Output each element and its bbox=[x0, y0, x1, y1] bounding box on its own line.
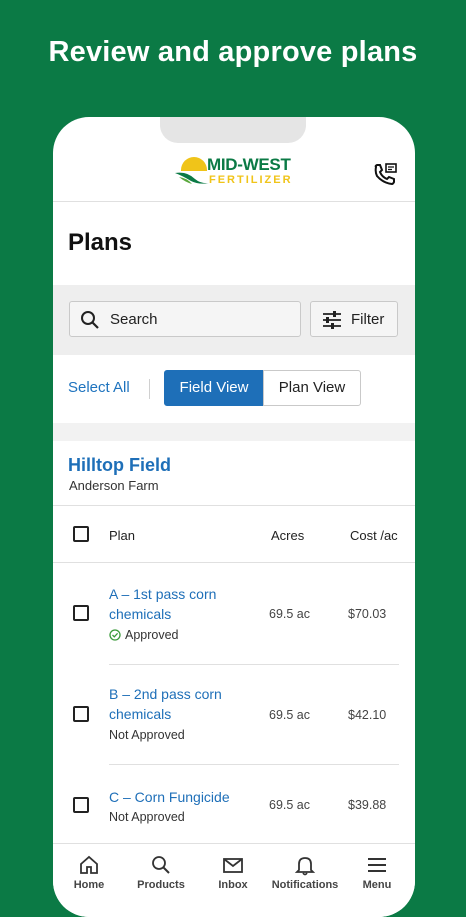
section-divider bbox=[53, 423, 415, 441]
nav-label: Notifications bbox=[271, 879, 339, 891]
bottom-navigation: Home Products Inbox Notifications Menu bbox=[53, 843, 415, 917]
approved-check-icon bbox=[109, 629, 121, 641]
plan-name-link[interactable]: C – Corn Fungicide bbox=[109, 787, 269, 807]
status-label: Not Approved bbox=[109, 810, 185, 824]
search-icon bbox=[152, 856, 170, 874]
nav-inbox[interactable]: Inbox bbox=[197, 854, 269, 891]
page-title: Plans bbox=[68, 229, 133, 256]
plan-name-link[interactable]: A – 1st pass corn chemicals bbox=[109, 584, 249, 624]
table-header: Plan Acres Cost /ac bbox=[53, 505, 415, 563]
plan-name-link[interactable]: B – 2nd pass corn chemicals bbox=[109, 684, 249, 724]
row-checkbox[interactable] bbox=[73, 605, 89, 621]
farm-name: Anderson Farm bbox=[69, 478, 159, 493]
hamburger-icon bbox=[368, 858, 386, 872]
status-label: Approved bbox=[125, 628, 179, 642]
table-row[interactable]: A – 1st pass corn chemicals Approved 69.… bbox=[53, 563, 415, 665]
row-checkbox[interactable] bbox=[73, 797, 89, 813]
bell-icon bbox=[294, 857, 316, 876]
filter-label: Filter bbox=[351, 311, 385, 328]
plan-view-tab[interactable]: Plan View bbox=[263, 370, 361, 406]
logo-leaf-icon bbox=[175, 172, 209, 184]
sliders-icon bbox=[323, 311, 341, 329]
app-header: MID-WEST FERTILIZER bbox=[53, 117, 415, 202]
acres-value: 69.5 ac bbox=[269, 798, 311, 812]
field-name-link[interactable]: Hilltop Field bbox=[68, 455, 171, 476]
contact-phone-icon[interactable] bbox=[371, 161, 399, 189]
acres-value: 69.5 ac bbox=[269, 708, 311, 722]
row-checkbox[interactable] bbox=[73, 706, 89, 722]
column-header-cost: Cost /ac bbox=[350, 528, 398, 543]
filter-button[interactable]: Filter bbox=[310, 301, 398, 337]
nav-label: Products bbox=[137, 879, 185, 891]
search-label: Search bbox=[110, 311, 158, 328]
nav-label: Menu bbox=[362, 879, 392, 891]
brand-logo[interactable]: MID-WEST FERTILIZER bbox=[175, 155, 295, 189]
toolbar-divider bbox=[149, 379, 150, 399]
table-row[interactable]: C – Corn Fungicide Not Approved 69.5 ac … bbox=[53, 765, 415, 845]
mail-icon bbox=[223, 858, 243, 873]
nav-products[interactable]: Products bbox=[125, 854, 197, 891]
nav-label: Home bbox=[73, 879, 105, 891]
promo-headline: Review and approve plans bbox=[48, 36, 418, 68]
cost-value: $42.10 bbox=[348, 708, 387, 722]
nav-home[interactable]: Home bbox=[53, 854, 125, 891]
nav-label: Inbox bbox=[218, 879, 248, 891]
cost-value: $70.03 bbox=[348, 607, 387, 621]
cost-value: $39.88 bbox=[348, 798, 387, 812]
nav-menu[interactable]: Menu bbox=[341, 854, 413, 891]
search-icon bbox=[81, 311, 99, 329]
search-toolbar: Search Filter bbox=[53, 285, 415, 355]
phone-frame: MID-WEST FERTILIZER Plans Search Filter … bbox=[53, 117, 415, 917]
column-header-acres: Acres bbox=[271, 528, 305, 543]
status-text: Approved bbox=[109, 628, 179, 642]
nav-notifications[interactable]: Notifications bbox=[269, 854, 341, 891]
status-label: Not Approved bbox=[109, 728, 185, 742]
search-input[interactable]: Search bbox=[69, 301, 301, 337]
select-all-checkbox[interactable] bbox=[73, 526, 89, 542]
column-header-plan: Plan bbox=[109, 528, 136, 543]
select-all-link[interactable]: Select All bbox=[68, 379, 130, 396]
field-view-tab[interactable]: Field View bbox=[164, 370, 264, 406]
home-icon bbox=[80, 855, 98, 874]
table-row[interactable]: B – 2nd pass corn chemicals Not Approved… bbox=[53, 665, 415, 765]
acres-value: 69.5 ac bbox=[269, 607, 311, 621]
logo-text-top: MID-WEST bbox=[207, 155, 291, 174]
logo-text-bottom: FERTILIZER bbox=[209, 174, 293, 186]
